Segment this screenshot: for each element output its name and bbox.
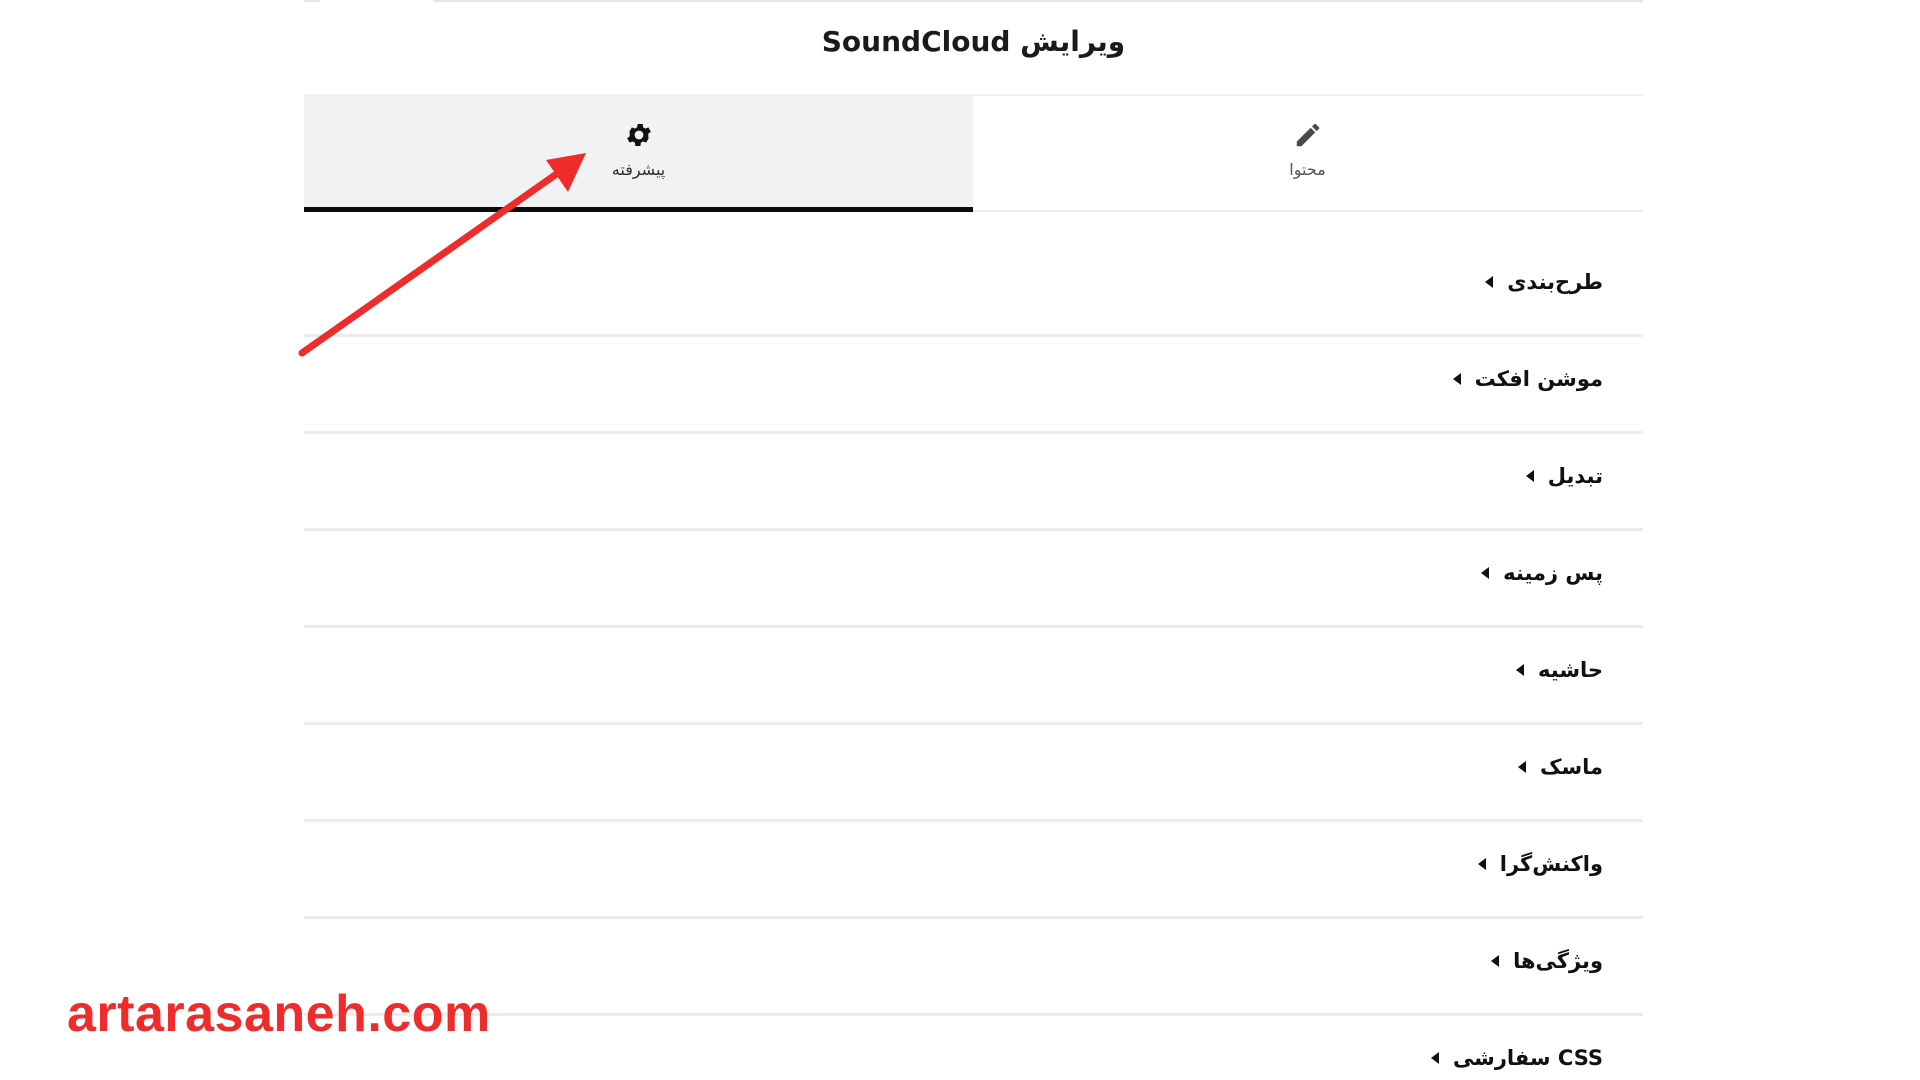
top-border [433, 0, 1643, 2]
watermark-text: artarasaneh.com [67, 985, 491, 1043]
section-attributes[interactable]: ویژگی‌ها [304, 919, 1643, 1016]
section-custom-css[interactable]: CSS سفارشی [304, 1016, 1643, 1080]
pencil-icon [1296, 123, 1319, 147]
section-header: پس زمینه [1467, 561, 1603, 585]
section-header: موشن افکت [1439, 367, 1603, 391]
caret-left-icon [1477, 858, 1486, 870]
section-header: CSS سفارشی [1417, 1046, 1603, 1070]
screenshot-stage: ویرایش SoundCloud پیشرفته محتوا طرح‌بندی [0, 0, 1920, 1080]
top-border-stub [304, 0, 320, 2]
gear-icon [626, 124, 651, 146]
section-header: حاشیه [1502, 658, 1603, 682]
section-header: تبدیل [1512, 464, 1603, 488]
section-header: واکنش‌گرا [1464, 852, 1603, 876]
section-title: پس زمینه [1503, 561, 1603, 585]
caret-left-icon [1452, 373, 1461, 385]
caret-left-icon [1481, 567, 1490, 579]
section-title: CSS سفارشی [1452, 1046, 1603, 1070]
section-title: حاشیه [1538, 658, 1603, 682]
section-responsive[interactable]: واکنش‌گرا [304, 822, 1643, 919]
section-background[interactable]: پس زمینه [304, 531, 1643, 628]
caret-left-icon [1491, 955, 1500, 967]
caret-left-icon [1516, 664, 1525, 676]
section-border[interactable]: حاشیه [304, 628, 1643, 725]
section-title: موشن افکت [1474, 367, 1603, 391]
caret-left-icon [1430, 1052, 1439, 1064]
section-title: طرح‌بندی [1507, 270, 1603, 294]
tab-bar: پیشرفته محتوا [304, 94, 1643, 212]
caret-left-icon [1525, 470, 1534, 482]
editor-panel: ویرایش SoundCloud پیشرفته محتوا طرح‌بندی [304, 0, 1643, 1080]
section-layout[interactable]: طرح‌بندی [304, 240, 1643, 337]
tab-advanced[interactable]: پیشرفته [304, 96, 973, 212]
section-list: طرح‌بندی موشن افکت تبدیل پس زمینه [304, 240, 1643, 1080]
section-title: تبدیل [1547, 464, 1603, 488]
caret-left-icon [1485, 276, 1494, 288]
section-transform[interactable]: تبدیل [304, 434, 1643, 531]
section-header: طرح‌بندی [1471, 270, 1603, 294]
section-motion-effects[interactable]: موشن افکت [304, 337, 1643, 434]
section-mask[interactable]: ماسک [304, 725, 1643, 822]
panel-title: ویرایش SoundCloud [821, 25, 1126, 58]
tab-content-label: محتوا [1289, 160, 1326, 179]
tab-content[interactable]: محتوا [973, 96, 1642, 210]
section-title: واکنش‌گرا [1499, 852, 1603, 876]
tab-advanced-label: پیشرفته [611, 160, 666, 179]
section-header: ماسک [1504, 755, 1603, 779]
section-title: ماسک [1539, 755, 1603, 779]
section-title: ویژگی‌ها [1513, 949, 1603, 973]
section-header: ویژگی‌ها [1477, 949, 1603, 973]
caret-left-icon [1517, 761, 1526, 773]
